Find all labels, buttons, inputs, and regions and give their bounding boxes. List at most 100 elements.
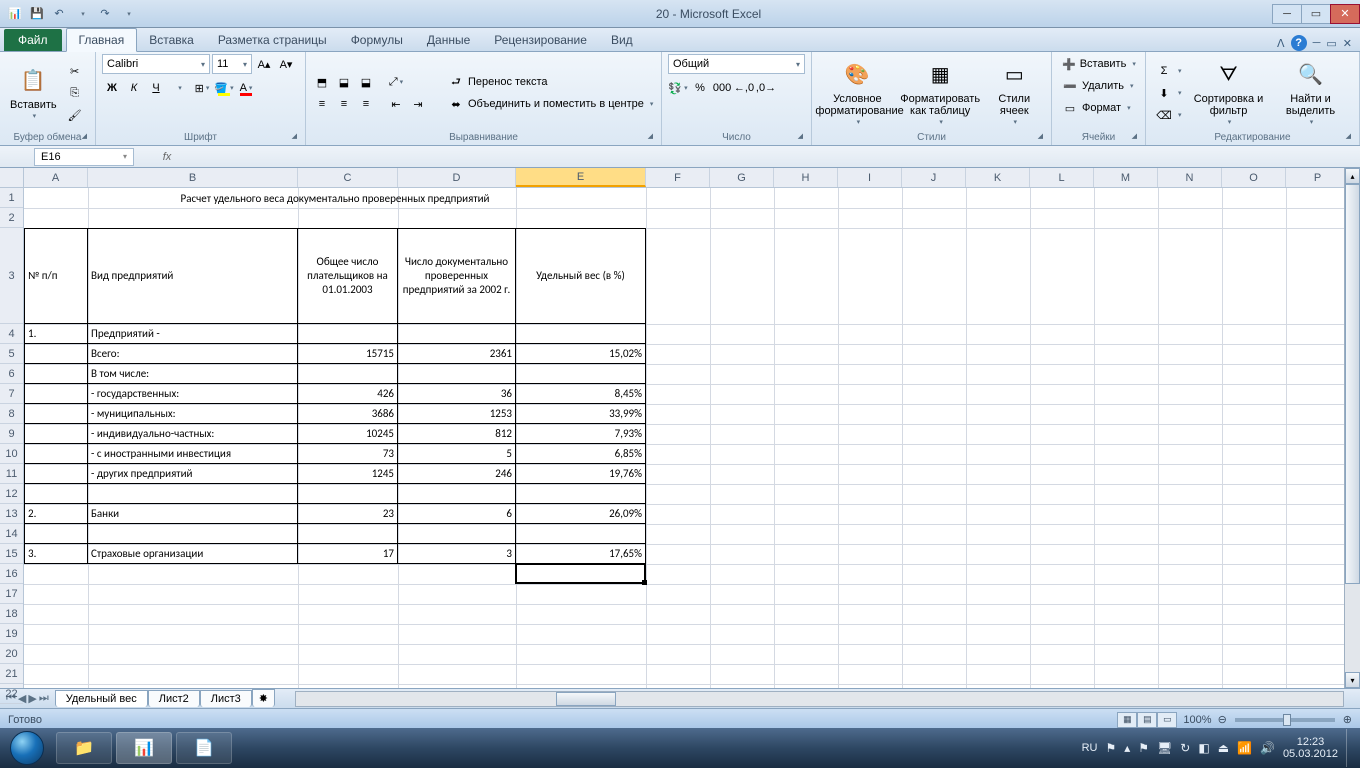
cut-icon[interactable]: ✂ <box>65 61 85 81</box>
cell-C15[interactable]: 17 <box>298 544 398 564</box>
cell-C6[interactable] <box>298 364 398 384</box>
tab-view[interactable]: Вид <box>599 29 645 51</box>
row-header-15[interactable]: 15 <box>0 544 23 564</box>
minimize-ribbon-icon[interactable]: ᐱ <box>1277 37 1285 50</box>
cell-A11[interactable] <box>24 464 88 484</box>
tray-clock[interactable]: 12:23 05.03.2012 <box>1283 736 1338 760</box>
cell-D9[interactable]: 812 <box>398 424 516 444</box>
view-layout-icon[interactable]: ▤ <box>1137 712 1157 728</box>
cell-C8[interactable]: 3686 <box>298 404 398 424</box>
align-right-icon[interactable]: ≡ <box>356 94 376 114</box>
cell-D15[interactable]: 3 <box>398 544 516 564</box>
row-header-9[interactable]: 9 <box>0 424 23 444</box>
tray-sync-icon[interactable]: ↻ <box>1180 741 1190 755</box>
cell-D13[interactable]: 6 <box>398 504 516 524</box>
comma-icon[interactable]: 000 <box>712 78 732 98</box>
fill-color-icon[interactable]: 🪣▾ <box>214 78 234 98</box>
row-header-17[interactable]: 17 <box>0 584 23 604</box>
vscroll-thumb[interactable] <box>1345 184 1360 584</box>
cell-C14[interactable] <box>298 524 398 544</box>
wrap-text-button[interactable]: ⮐Перенос текста <box>444 72 657 92</box>
start-button[interactable] <box>0 728 54 768</box>
bold-button[interactable]: Ж <box>102 78 122 98</box>
file-tab[interactable]: Файл <box>4 29 62 51</box>
cell-B9[interactable]: - индивидуально-частных: <box>88 424 298 444</box>
cell-B12[interactable] <box>88 484 298 504</box>
cell-B10[interactable]: - с иностранными инвестиция <box>88 444 298 464</box>
cell-C5[interactable]: 15715 <box>298 344 398 364</box>
zoom-slider[interactable] <box>1235 718 1335 722</box>
cell-C13[interactable]: 23 <box>298 504 398 524</box>
shrink-font-icon[interactable]: A▾ <box>276 54 296 74</box>
col-header-G[interactable]: G <box>710 168 774 187</box>
show-desktop-button[interactable] <box>1346 729 1354 767</box>
scroll-up-icon[interactable]: ▴ <box>1345 168 1360 184</box>
cell-styles-button[interactable]: ▭Стили ячеек▾ <box>984 57 1045 129</box>
font-name-combo[interactable]: Calibri▾ <box>102 54 210 74</box>
row-header-3[interactable]: 3 <box>0 228 23 324</box>
taskbar-explorer-icon[interactable]: 📁 <box>56 732 112 764</box>
col-header-J[interactable]: J <box>902 168 966 187</box>
percent-icon[interactable]: % <box>690 78 710 98</box>
copy-icon[interactable]: ⎘ <box>65 83 85 103</box>
conditional-format-button[interactable]: 🎨Условное форматирование▾ <box>818 57 897 129</box>
col-header-K[interactable]: K <box>966 168 1030 187</box>
cell-E13[interactable]: 26,09% <box>516 504 646 524</box>
cell-C3[interactable]: Общее число плательщиков на 01.01.2003 <box>298 228 398 324</box>
font-color-icon[interactable]: A▾ <box>236 78 256 98</box>
cell-E9[interactable]: 7,93% <box>516 424 646 444</box>
cell-B5[interactable]: Всего: <box>88 344 298 364</box>
cell-A7[interactable] <box>24 384 88 404</box>
cell-E12[interactable] <box>516 484 646 504</box>
row-header-6[interactable]: 6 <box>0 364 23 384</box>
clear-button[interactable]: ⌫▾ <box>1152 105 1186 125</box>
merge-center-button[interactable]: ⬌Объединить и поместить в центре▾ <box>444 94 657 114</box>
col-header-E[interactable]: E <box>516 168 646 187</box>
row-header-12[interactable]: 12 <box>0 484 23 504</box>
cell-D4[interactable] <box>398 324 516 344</box>
row-header-14[interactable]: 14 <box>0 524 23 544</box>
tab-home[interactable]: Главная <box>66 28 138 52</box>
excel-icon[interactable]: 📊 <box>6 5 24 23</box>
cell-A6[interactable] <box>24 364 88 384</box>
col-header-P[interactable]: P <box>1286 168 1350 187</box>
cell-B4[interactable]: Предприятий - <box>88 324 298 344</box>
wb-close-icon[interactable]: ✕ <box>1343 37 1352 50</box>
align-middle-icon[interactable]: ⬓ <box>334 72 354 92</box>
delete-cells-button[interactable]: ➖Удалить▾ <box>1058 76 1139 96</box>
cell-D3[interactable]: Число документально проверенных предприя… <box>398 228 516 324</box>
close-button[interactable]: ✕ <box>1330 4 1360 24</box>
cell-A8[interactable] <box>24 404 88 424</box>
cell-A12[interactable] <box>24 484 88 504</box>
cell-E15[interactable]: 17,65% <box>516 544 646 564</box>
cell-D5[interactable]: 2361 <box>398 344 516 364</box>
cell-E10[interactable]: 6,85% <box>516 444 646 464</box>
row-header-11[interactable]: 11 <box>0 464 23 484</box>
new-sheet-button[interactable]: ✸ <box>252 689 275 707</box>
cell-C11[interactable]: 1245 <box>298 464 398 484</box>
align-center-icon[interactable]: ≡ <box>334 94 354 114</box>
dec-decimal-icon[interactable]: ,0→ <box>756 78 776 98</box>
col-header-D[interactable]: D <box>398 168 516 187</box>
vertical-scrollbar[interactable]: ▴ ▾ <box>1344 168 1360 688</box>
inc-indent-icon[interactable]: ⇥ <box>408 94 428 114</box>
cell-E11[interactable]: 19,76% <box>516 464 646 484</box>
col-header-F[interactable]: F <box>646 168 710 187</box>
cell-D12[interactable] <box>398 484 516 504</box>
insert-cells-button[interactable]: ➕Вставить▾ <box>1058 54 1139 74</box>
row-header-7[interactable]: 7 <box>0 384 23 404</box>
cell-B7[interactable]: - государственных: <box>88 384 298 404</box>
tab-review[interactable]: Рецензирование <box>482 29 599 51</box>
horizontal-scrollbar[interactable] <box>295 691 1344 707</box>
cell-B11[interactable]: - других предприятий <box>88 464 298 484</box>
cell-C12[interactable] <box>298 484 398 504</box>
orientation-icon[interactable]: ⤢▾ <box>386 72 406 92</box>
row-header-18[interactable]: 18 <box>0 604 23 624</box>
row-header-20[interactable]: 20 <box>0 644 23 664</box>
cell-B15[interactable]: Страховые организации <box>88 544 298 564</box>
cell-D10[interactable]: 5 <box>398 444 516 464</box>
cell-A9[interactable] <box>24 424 88 444</box>
scroll-down-icon[interactable]: ▾ <box>1345 672 1360 688</box>
align-left-icon[interactable]: ≡ <box>312 94 332 114</box>
cell-A15[interactable]: 3. <box>24 544 88 564</box>
